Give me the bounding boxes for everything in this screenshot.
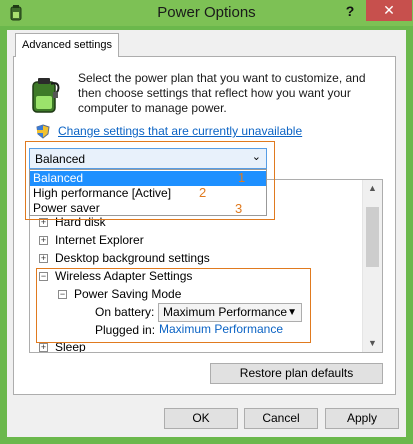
restore-defaults-button[interactable]: Restore plan defaults [210,363,383,384]
uac-shield-icon [36,124,50,139]
expand-icon[interactable]: + [39,236,48,246]
tab-advanced-settings[interactable]: Advanced settings [15,33,119,57]
power-plan-combo[interactable]: Balanced ⌄ [29,148,267,169]
option-label: High performance [Active] [33,186,172,200]
plugged-in-label: Plugged in: [95,323,156,337]
tree-item-internet-explorer[interactable]: + Internet Explorer [39,232,144,249]
plan-option-power-saver[interactable]: Power saver [30,201,266,216]
expand-icon[interactable]: + [39,254,48,264]
expand-icon[interactable]: + [39,218,48,228]
plugged-in-value-link[interactable]: Maximum Performance [159,322,283,336]
tree-scrollbar[interactable]: ▲ ▼ [362,180,382,352]
annotation-number: 2 [199,185,207,200]
annotation-number: 1 [238,170,246,185]
annotation-number: 3 [235,201,243,216]
collapse-icon[interactable]: − [39,272,48,282]
option-label: Balanced [33,171,84,185]
chevron-down-icon: ⌄ [251,151,261,163]
combo-value: Balanced [35,152,86,166]
tree-item-label: Hard disk [55,215,106,229]
chevron-down-icon: ▼ [287,307,297,318]
scroll-thumb[interactable] [366,207,379,267]
tree-item-power-saving-mode[interactable]: − Power Saving Mode [58,286,181,303]
expand-icon[interactable]: + [39,343,48,352]
apply-button[interactable]: Apply [325,408,399,429]
on-battery-value: Maximum Performance [163,305,288,319]
tree-item-desktop-background[interactable]: + Desktop background settings [39,250,210,267]
close-button[interactable]: ✕ [366,0,412,21]
tree-item-sleep[interactable]: + Sleep [39,339,86,353]
tree-item-wireless-adapter[interactable]: − Wireless Adapter Settings [39,268,192,285]
option-label: Power saver [33,201,100,215]
ok-button[interactable]: OK [164,408,238,429]
tree-item-hard-disk[interactable]: + Hard disk [39,214,106,231]
title-bar[interactable]: Power Options ? ✕ [0,0,413,26]
tree-item-label: Sleep [55,340,86,353]
tree-item-label: Wireless Adapter Settings [55,269,193,283]
plan-option-balanced[interactable]: Balanced [30,171,266,186]
power-plan-dropdown-list: Balanced High performance [Active] Power… [29,169,267,216]
cancel-button[interactable]: Cancel [244,408,318,429]
scroll-up-arrow-icon[interactable]: ▲ [363,180,382,197]
on-battery-select[interactable]: Maximum Performance ▼ [158,303,302,322]
tree-item-label: Desktop background settings [55,251,210,265]
intro-text: Select the power plan that you want to c… [78,71,366,115]
on-battery-label: On battery: [95,305,155,319]
collapse-icon[interactable]: − [58,290,67,300]
battery-plan-icon [32,78,60,113]
scroll-down-arrow-icon[interactable]: ▼ [363,335,382,352]
help-button[interactable]: ? [337,0,363,22]
tree-item-label: Power Saving Mode [74,287,182,301]
plan-option-high-performance[interactable]: High performance [Active] [30,186,266,201]
change-settings-link[interactable]: Change settings that are currently unava… [58,124,302,138]
tree-item-label: Internet Explorer [55,233,144,247]
